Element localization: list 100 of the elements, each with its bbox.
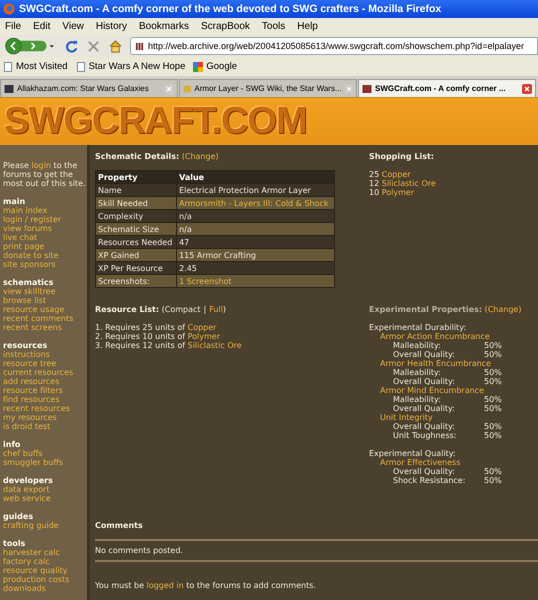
window-title: SWGCraft.com - A comfy corner of the web devoted to SWG crafters - Mozilla Firefox (19, 3, 442, 15)
menu-item[interactable]: History (90, 21, 134, 32)
sidebar-link[interactable]: is droid test (3, 422, 50, 431)
table-cell: Complexity (96, 210, 177, 222)
sidebar-link[interactable]: production costs (3, 575, 70, 584)
page-icon (3, 62, 13, 72)
resource-link[interactable]: Polymer (188, 332, 220, 341)
sidebar-link[interactable]: smuggler buffs (3, 458, 63, 467)
property-name: Unit Integrity (379, 413, 434, 422)
section-heading: Schematic Details: (95, 152, 180, 161)
menu-item[interactable]: Help (292, 21, 325, 32)
sidebar-link[interactable]: resource usage (3, 305, 64, 314)
table-cell: n/a (176, 210, 334, 222)
resource-requirement: 2. Requires 10 units of Polymer (95, 332, 222, 341)
bookmark-item[interactable]: Most Visited (3, 61, 68, 72)
sidebar-link[interactable]: view forums (3, 224, 52, 233)
view-option[interactable]: Full (209, 305, 223, 314)
sidebar-link[interactable]: recent screens (3, 323, 62, 332)
reload-icon[interactable] (64, 38, 79, 54)
menu-item[interactable]: Bookmarks (134, 21, 196, 32)
tab-favicon-icon (362, 84, 372, 94)
sidebar-link[interactable]: print page (3, 242, 44, 251)
section-heading: info (3, 440, 20, 449)
change-link[interactable]: (Change) (484, 305, 522, 314)
table-link[interactable]: Armorsmith - Layers III: Cold & Shock (176, 196, 334, 210)
login-link[interactable]: logged in (146, 581, 184, 590)
resource-requirement: 3. Requires 12 units of Siliclastic Ore (95, 341, 243, 350)
sidebar-link[interactable]: crafting guide (3, 521, 59, 530)
bookmark-item[interactable]: Star Wars A New Hope (76, 61, 186, 72)
table-cell: Name (96, 184, 177, 196)
group-title: Experimental Durability: (369, 323, 468, 332)
stat-label: Shock Resistance: (393, 476, 466, 485)
login-prompt: Please login to the forums to get the most out of this site. (3, 161, 87, 188)
sidebar-link[interactable]: instructions (3, 350, 50, 359)
sidebar-link[interactable]: site sponsors (3, 260, 56, 269)
sidebar-link[interactable]: current resources (3, 368, 74, 377)
view-option[interactable]: Compact (164, 305, 201, 314)
section-heading: main (3, 197, 26, 206)
sidebar-link[interactable]: web service (3, 494, 51, 503)
home-icon[interactable] (108, 38, 123, 54)
section-heading: schematics (3, 278, 54, 287)
sidebar-link[interactable]: find resources (3, 395, 60, 404)
menu-item[interactable]: Tools (256, 21, 292, 32)
stat-value: 50% (484, 431, 502, 440)
resource-link[interactable]: Polymer (382, 188, 414, 197)
resource-link[interactable]: Siliclastic Ore (382, 179, 436, 188)
table-cell: 47 (176, 236, 334, 248)
shopping-item: 10 Polymer (369, 188, 416, 197)
sidebar-link[interactable]: factory calc (3, 557, 50, 566)
sidebar-link[interactable]: main index (3, 206, 48, 215)
sidebar-link[interactable]: downloads (3, 584, 46, 593)
stat-value: 50% (484, 404, 502, 413)
sidebar-link[interactable]: recent resources (3, 404, 70, 413)
menu-item[interactable]: View (57, 21, 91, 32)
sidebar-link[interactable]: browse list (3, 296, 46, 305)
table-cell: 2.45 (176, 262, 334, 274)
sidebar-link[interactable]: resource tree (3, 359, 56, 368)
sidebar-link[interactable]: resource filters (3, 386, 63, 395)
sidebar-link[interactable]: resource quality (3, 566, 68, 575)
sidebar-link[interactable]: donate to site (3, 251, 59, 260)
browser-tab[interactable]: Allakhazam.com: Star Wars Galaxies (0, 79, 178, 97)
sidebar-link[interactable]: view skilltree (3, 287, 56, 296)
site-logo[interactable]: SWGCRAFT.COM (4, 100, 307, 143)
property-name: Armor Action Encumbrance (379, 332, 491, 341)
sidebar-link[interactable]: my resources (3, 413, 57, 422)
property-name: Armor Mind Encumbrance (379, 386, 486, 395)
resource-link[interactable]: Copper (382, 170, 411, 179)
stat-value: 50% (484, 395, 502, 404)
menu-item[interactable]: Edit (28, 21, 58, 32)
resource-link[interactable]: Copper (188, 323, 216, 332)
browser-tab[interactable]: SWGCraft.com - A comfy corner ... (358, 79, 536, 97)
close-icon[interactable] (522, 84, 532, 94)
menu-item[interactable]: File (0, 21, 28, 32)
sidebar-link[interactable]: login / register (3, 215, 62, 224)
column-header: Property (96, 170, 177, 184)
tab-favicon-icon (183, 84, 192, 94)
stat-value: 50% (484, 476, 502, 485)
sidebar-link[interactable]: add resources (3, 377, 60, 386)
section-heading: Shopping List: (369, 152, 434, 161)
sidebar-link[interactable]: recent comments (3, 314, 74, 323)
change-link[interactable]: (Change) (182, 152, 219, 161)
address-field[interactable]: http://web.archive.org/web/20041205085613/www.swgcraft.com/showschem.php?id=elpalayer (130, 37, 538, 55)
bookmark-item[interactable]: Google (193, 61, 238, 72)
stat-value: 50% (484, 377, 502, 386)
stat-label: Malleability: (393, 395, 442, 404)
section-heading: resources (3, 341, 48, 350)
menu-item[interactable]: ScrapBook (196, 21, 257, 32)
resource-link[interactable]: Siliclastic Ore (188, 341, 242, 350)
sidebar-link[interactable]: harvester calc (3, 548, 60, 557)
sidebar-link[interactable]: chef buffs (3, 449, 43, 458)
sidebar-link[interactable]: data export (3, 485, 50, 494)
shopping-item: 25 Copper (369, 170, 412, 179)
stop-icon[interactable] (86, 38, 101, 54)
section-heading: Comments (95, 521, 143, 530)
table-link[interactable]: 1 Screenshot (176, 274, 334, 288)
login-link[interactable]: login (32, 161, 52, 170)
table-cell: Resources Needed (96, 236, 177, 248)
sidebar-link[interactable]: live chat (3, 233, 38, 242)
browser-tab[interactable]: Armor Layer - SWG Wiki, the Star Wars... (179, 79, 357, 97)
section-heading: Experimental Properties: (369, 305, 482, 314)
